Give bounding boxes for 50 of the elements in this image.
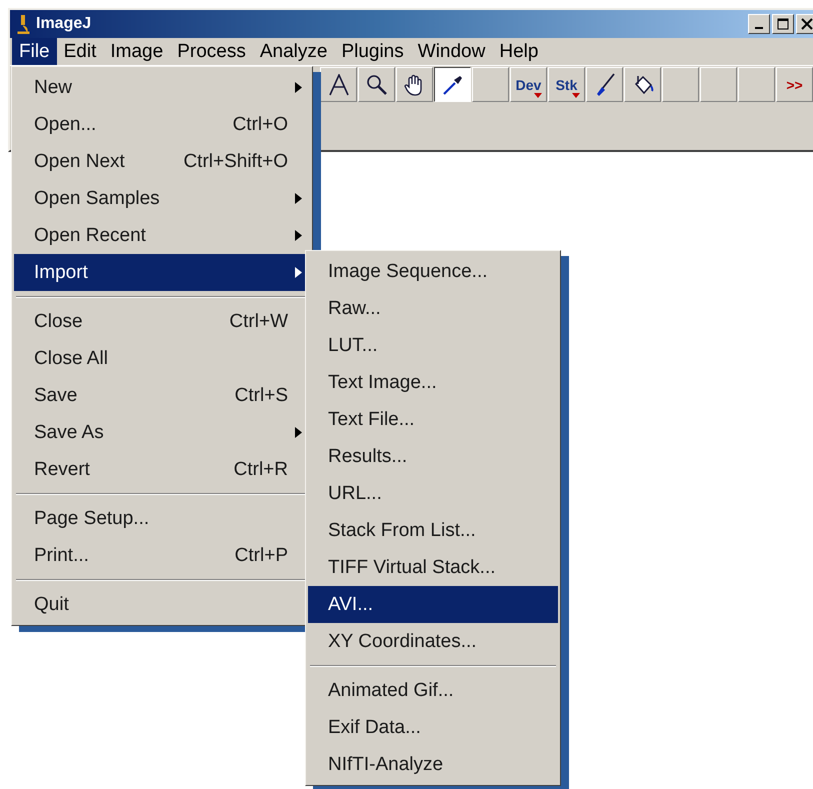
eyedropper-icon [442,74,464,96]
menu-item[interactable]: Open... Ctrl+O [14,106,310,143]
menu-item[interactable]: Exif Data... [308,709,558,746]
close-button[interactable] [796,14,813,34]
menu-title[interactable]: Help [492,38,546,65]
dropdown-triangle-icon [534,93,542,98]
magnifier-icon [366,74,388,96]
menu-title[interactable]: Analyze [252,38,334,65]
close-icon [801,18,813,30]
menu-title[interactable]: Image [103,38,170,65]
text-tool-icon [328,74,350,96]
menu-item[interactable]: Text File... [308,401,558,438]
menu-item[interactable]: XY Coordinates... [308,623,558,660]
menu-item[interactable]: Text Image... [308,364,558,401]
maximize-button[interactable] [772,14,794,34]
menu-item[interactable]: Save As [14,414,310,451]
submenu-arrow-icon [295,193,302,204]
window-title: ImageJ [36,15,92,33]
minimize-button[interactable] [748,14,770,34]
submenu-arrow-icon [295,427,302,438]
menu-title[interactable]: Edit [56,38,104,65]
menu-item[interactable]: TIFF Virtual Stack... [308,549,558,586]
menu-item[interactable]: Open Next Ctrl+Shift+O [14,143,310,180]
microscope-icon [16,14,30,34]
menu-item[interactable]: Open Samples [14,180,310,217]
menu-item[interactable]: Open Recent [14,217,310,254]
menu-title[interactable]: File [12,38,57,65]
menu-item[interactable]: URL... [308,475,558,512]
menu-item[interactable]: Results... [308,438,558,475]
maximize-icon [777,18,789,30]
tool-menu-button[interactable]: Stk [548,67,585,102]
menu-item[interactable]: LUT... [308,327,558,364]
menu-title[interactable]: Plugins [334,38,411,65]
tool-menu-button[interactable]: Dev [510,67,547,102]
dropdown-triangle-icon [572,93,580,98]
submenu-arrow-icon [295,230,302,241]
menu-item[interactable]: New [14,69,310,106]
submenu-arrow-icon [295,267,302,278]
submenu-arrow-icon [295,82,302,93]
more-tools-button[interactable]: >> [776,67,813,102]
menu-item[interactable]: Raw... [308,290,558,327]
menu-item[interactable]: Image Sequence... [308,253,558,290]
menu-title[interactable]: Process [170,38,253,65]
menu-item[interactable]: Stack From List... [308,512,558,549]
menu-title[interactable]: Window [410,38,492,65]
menu-item[interactable]: NIfTI-Analyze [308,746,558,783]
minimize-icon [755,27,763,29]
tool-button[interactable] [434,67,471,102]
menu-item[interactable]: AVI... [308,586,558,623]
menu-item[interactable]: Animated Gif... [308,672,558,709]
